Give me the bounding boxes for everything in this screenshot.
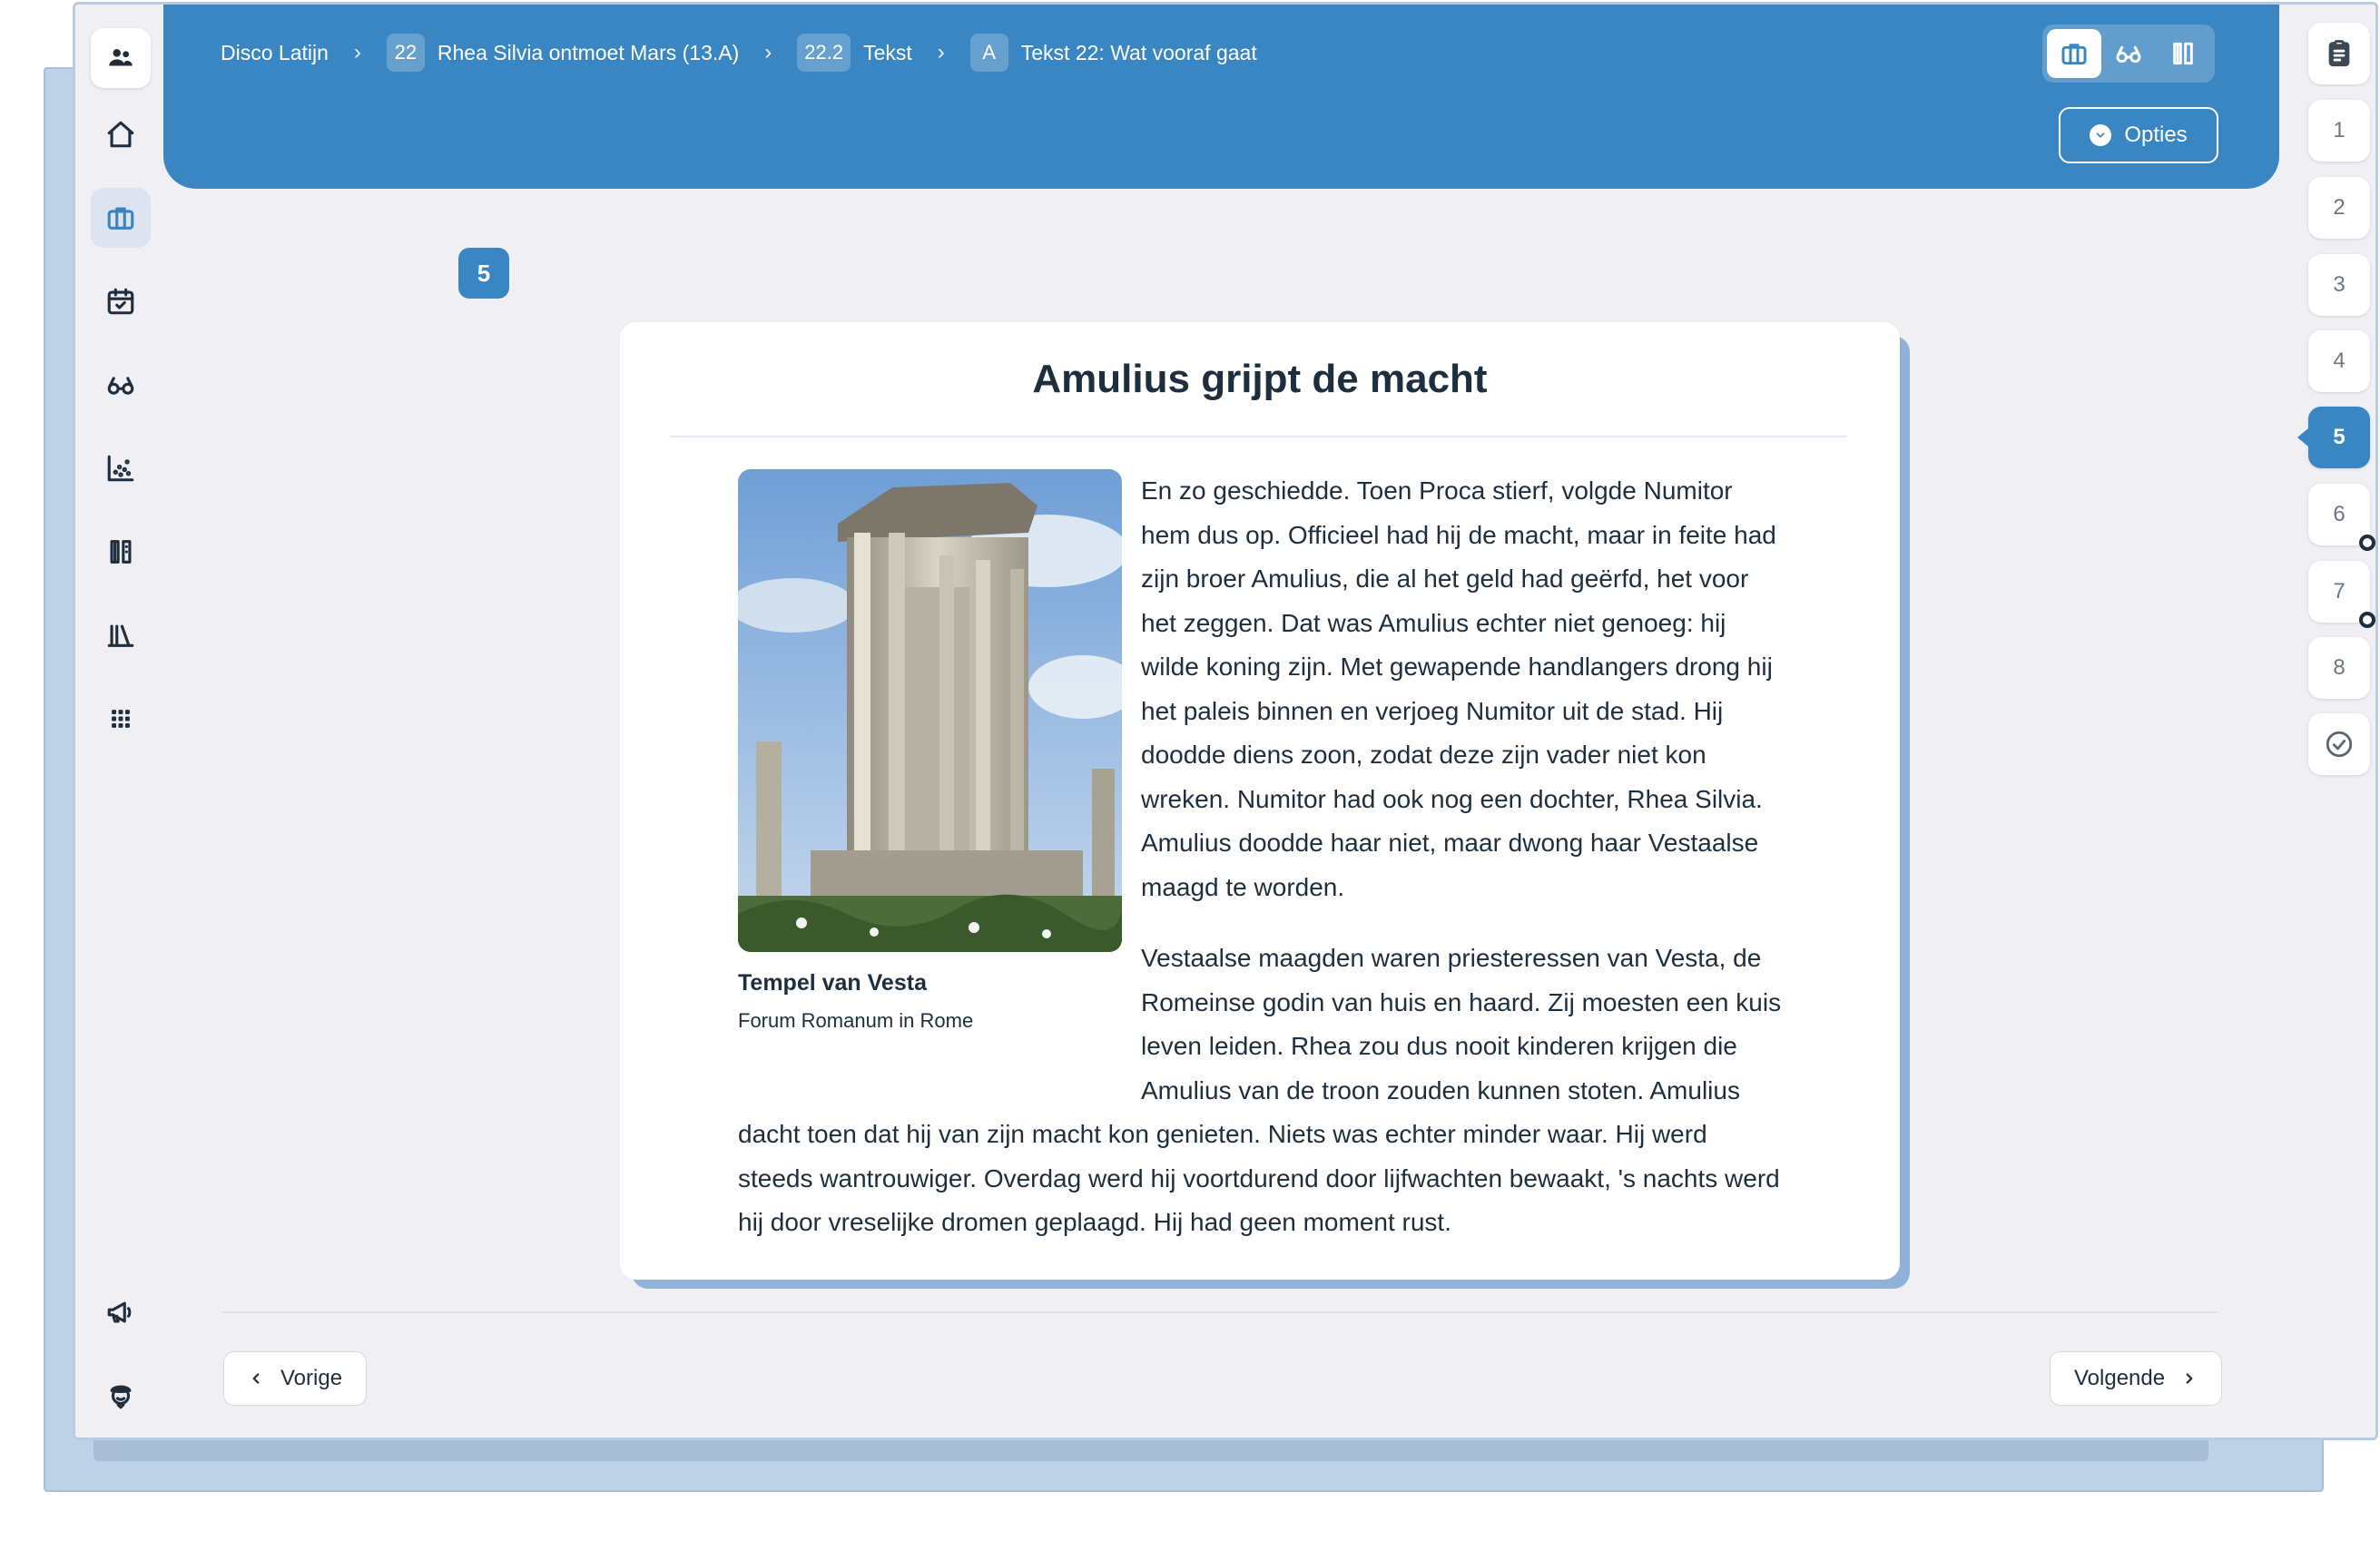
announcements-button[interactable] [91, 1282, 151, 1342]
step-2[interactable]: 2 [2308, 177, 2370, 239]
step-1[interactable]: 1 [2308, 100, 2370, 162]
breadcrumb-part: Tekst 22: Wat vooraf gaat [1020, 40, 1257, 64]
previous-label: Vorige [280, 1366, 343, 1390]
unfinished-indicator [2359, 612, 2375, 628]
glasses-icon [2116, 45, 2141, 64]
scatter-chart-icon [107, 455, 134, 482]
megaphone-icon [107, 1301, 132, 1323]
chevron-left-icon [252, 1373, 260, 1384]
breadcrumb-chapter-number: 22 [386, 34, 425, 72]
profile-button[interactable] [91, 1366, 151, 1426]
home-button[interactable] [91, 104, 151, 164]
breadcrumb-section[interactable]: Tekst [863, 41, 912, 65]
glasses-icon [107, 377, 134, 395]
step-5[interactable]: 5 [2297, 407, 2370, 468]
chevron-right-icon: › [937, 40, 945, 64]
mode-reading-button[interactable] [2101, 29, 2156, 78]
step-8[interactable]: 8 [2308, 637, 2370, 699]
top-header: Disco Latijn › 22 Rhea Silvia ontmoet Ma… [163, 5, 2279, 189]
finish-step[interactable] [2308, 713, 2370, 775]
step-6-label: 6 [2333, 502, 2346, 526]
step-7-label: 7 [2333, 579, 2346, 604]
dictionary-button[interactable] [91, 522, 151, 582]
reading-button[interactable] [91, 355, 151, 415]
lessons-button[interactable] [91, 188, 151, 248]
notes-button[interactable] [2308, 23, 2370, 84]
previous-button[interactable]: Vorige [223, 1351, 368, 1406]
left-sidebar [75, 5, 166, 1438]
next-label: Volgende [2074, 1366, 2166, 1390]
results-button[interactable] [91, 438, 151, 498]
chevron-right-icon [2186, 1373, 2193, 1384]
mode-lesson-button[interactable] [2047, 29, 2101, 78]
footer-divider [222, 1311, 2218, 1313]
users-button[interactable] [91, 28, 151, 88]
chevron-down-icon [2090, 124, 2112, 146]
briefcase-icon [107, 207, 134, 230]
article-title: Amulius grijpt de macht [1032, 357, 1488, 401]
breadcrumb-chapter[interactable]: Rhea Silvia ontmoet Mars (13.A) [438, 41, 739, 65]
view-mode-toggle [2042, 25, 2215, 83]
grid-icon [112, 710, 130, 728]
article-body: En zo geschiedde. Toen Proca stierf, vol… [738, 469, 1782, 1272]
step-3[interactable]: 3 [2308, 254, 2370, 316]
breadcrumb-part-letter: A [969, 34, 1008, 72]
app-window: Disco Latijn › 22 Rhea Silvia ontmoet Ma… [73, 2, 2378, 1440]
next-button[interactable]: Volgende [2050, 1351, 2223, 1406]
users-icon [109, 49, 133, 66]
chevron-right-icon: › [764, 40, 772, 64]
chevron-right-icon: › [353, 40, 361, 64]
text-card: Amulius grijpt de macht Tempel van Vesta… [620, 322, 1900, 1280]
clipboard-icon [2328, 40, 2350, 67]
briefcase-icon [2061, 44, 2087, 65]
step-4[interactable]: 4 [2308, 330, 2370, 392]
step-6[interactable]: 6 [2308, 484, 2375, 551]
options-button[interactable]: Opties [2059, 107, 2218, 163]
apps-button[interactable] [91, 689, 151, 749]
breadcrumb-course[interactable]: Disco Latijn [221, 41, 329, 65]
figure-spacer [738, 469, 1141, 1104]
page-number-badge: 5 [458, 248, 509, 299]
book-columns-icon [110, 540, 132, 564]
unfinished-indicator [2359, 535, 2375, 551]
mode-dictionary-button[interactable] [2156, 29, 2210, 78]
avatar-icon [110, 1385, 132, 1409]
library-icon [107, 624, 134, 647]
calendar-check-icon [107, 288, 134, 315]
options-label: Opties [2124, 123, 2188, 147]
title-divider [670, 436, 1847, 437]
home-icon [107, 121, 134, 148]
book-columns-icon [2173, 42, 2193, 65]
planning-button[interactable] [91, 271, 151, 331]
step-7[interactable]: 7 [2308, 561, 2375, 628]
breadcrumb-section-number: 22.2 [797, 34, 851, 72]
library-button[interactable] [91, 605, 151, 665]
breadcrumb: Disco Latijn › 22 Rhea Silvia ontmoet Ma… [221, 32, 1257, 74]
step-navigator: 1 2 3 4 5 6 7 8 [2293, 5, 2375, 1438]
check-circle-icon [2326, 731, 2353, 758]
